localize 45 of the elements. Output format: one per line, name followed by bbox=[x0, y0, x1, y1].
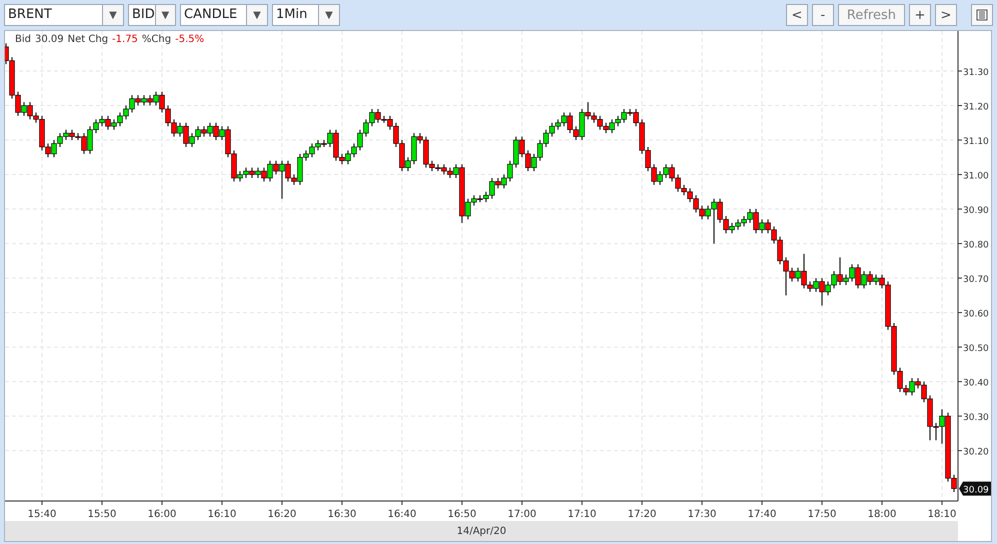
x-axis-label: 16:50 bbox=[448, 509, 476, 520]
bid-value: 30.09 bbox=[35, 34, 64, 45]
toolbar-button[interactable]: > bbox=[935, 4, 957, 26]
toolbar-button[interactable]: - bbox=[812, 4, 834, 26]
x-axis-label: 17:20 bbox=[628, 509, 656, 520]
last-price-tag: 30.09 bbox=[959, 482, 991, 496]
x-axis-label: 16:40 bbox=[388, 509, 416, 520]
x-axis-label: 17:40 bbox=[748, 509, 776, 520]
dropdown[interactable]: BID ▼ bbox=[128, 4, 176, 26]
x-axis-label: 16:00 bbox=[148, 509, 176, 520]
y-axis-label: 31.00 bbox=[963, 172, 989, 182]
x-axis-label: 17:30 bbox=[688, 509, 716, 520]
date-label: 14/Apr/20 bbox=[456, 526, 506, 536]
bid-label: Bid bbox=[15, 34, 31, 45]
x-axis-label: 17:50 bbox=[808, 509, 836, 520]
x-axis-label: 15:40 bbox=[28, 509, 56, 520]
x-axis-label: 16:30 bbox=[328, 509, 356, 520]
x-axis-label: 16:10 bbox=[208, 509, 236, 520]
toolbar-button[interactable]: < bbox=[786, 4, 808, 26]
dropdown[interactable]: BRENT ▼ bbox=[4, 4, 124, 26]
x-axis-label: 18:00 bbox=[868, 509, 896, 520]
list-icon[interactable] bbox=[971, 4, 993, 26]
net-change-value: -1.75 bbox=[112, 34, 138, 45]
y-axis-label: 30.80 bbox=[963, 240, 989, 251]
x-axis-label: 17:10 bbox=[568, 509, 596, 520]
y-axis-label: 30.90 bbox=[963, 206, 989, 216]
y-axis-label: 30.40 bbox=[963, 378, 989, 389]
x-axis-label: 15:50 bbox=[88, 509, 116, 520]
percent-change-value: -5.5% bbox=[175, 34, 204, 45]
x-axis-label: 18:10 bbox=[928, 509, 956, 520]
net-change-label: Net Chg bbox=[68, 34, 108, 45]
y-axis-label: 31.30 bbox=[963, 68, 989, 78]
y-axis-label: 30.50 bbox=[963, 344, 989, 354]
dropdown[interactable]: CANDLE ▼ bbox=[180, 4, 268, 26]
y-axis-label: 30.30 bbox=[963, 413, 989, 424]
x-axis-label: 16:20 bbox=[268, 509, 296, 520]
y-axis-label: 30.20 bbox=[963, 448, 989, 458]
y-axis-label: 31.10 bbox=[963, 137, 989, 148]
y-axis-label: 31.20 bbox=[963, 102, 989, 113]
toolbar-button[interactable]: + bbox=[909, 4, 931, 26]
y-axis-label: 30.60 bbox=[963, 310, 989, 320]
percent-change-label: %Chg bbox=[142, 34, 172, 45]
x-axis-label: 17:00 bbox=[508, 509, 536, 520]
y-axis-label: 30.70 bbox=[963, 275, 989, 286]
dropdown[interactable]: 1Min ▼ bbox=[272, 4, 340, 26]
